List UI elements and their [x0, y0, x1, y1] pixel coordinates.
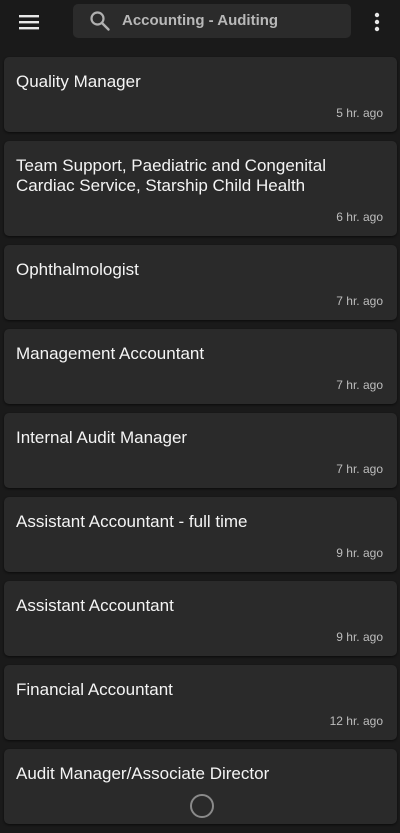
- job-card[interactable]: Assistant Accountant 9 hr. ago: [4, 581, 397, 656]
- job-card[interactable]: Ophthalmologist 7 hr. ago: [4, 245, 397, 320]
- app-bar: Accounting - Auditing: [0, 0, 400, 50]
- job-list: Quality Manager 5 hr. ago Team Support, …: [4, 57, 397, 833]
- job-time: 9 hr. ago: [336, 546, 383, 560]
- job-card[interactable]: Team Support, Paediatric and Congenital …: [4, 141, 397, 236]
- job-title: Audit Manager/Associate Director: [16, 764, 270, 783]
- more-options-button[interactable]: [364, 8, 390, 36]
- job-title: Financial Accountant: [16, 680, 173, 699]
- search-icon: [90, 11, 110, 31]
- job-title: Management Accountant: [16, 344, 205, 363]
- job-time: 9 hr. ago: [336, 630, 383, 644]
- job-card[interactable]: Quality Manager 5 hr. ago: [4, 57, 397, 132]
- more-vert-icon: [374, 12, 380, 32]
- job-title: Team Support, Paediatric and Congenital …: [16, 156, 326, 195]
- job-card[interactable]: Management Accountant 7 hr. ago: [4, 329, 397, 404]
- job-card[interactable]: Internal Audit Manager 7 hr. ago: [4, 413, 397, 488]
- scroll-indicator: [190, 794, 214, 818]
- job-title: Assistant Accountant - full time: [16, 512, 248, 531]
- job-time: 7 hr. ago: [336, 462, 383, 476]
- search-field[interactable]: Accounting - Auditing: [73, 4, 351, 38]
- job-card[interactable]: Financial Accountant 12 hr. ago: [4, 665, 397, 740]
- job-title: Internal Audit Manager: [16, 428, 188, 447]
- job-title: Assistant Accountant: [16, 596, 174, 615]
- job-card[interactable]: Assistant Accountant - full time 9 hr. a…: [4, 497, 397, 572]
- job-title: Ophthalmologist: [16, 260, 139, 279]
- menu-icon: [19, 15, 39, 30]
- menu-button[interactable]: [12, 8, 46, 36]
- job-time: 12 hr. ago: [329, 714, 383, 728]
- job-title: Quality Manager: [16, 72, 141, 91]
- job-time: 6 hr. ago: [336, 210, 383, 224]
- job-time: 7 hr. ago: [336, 294, 383, 308]
- job-time: 7 hr. ago: [336, 378, 383, 392]
- search-query: Accounting - Auditing: [122, 12, 279, 29]
- job-time: 5 hr. ago: [336, 106, 383, 120]
